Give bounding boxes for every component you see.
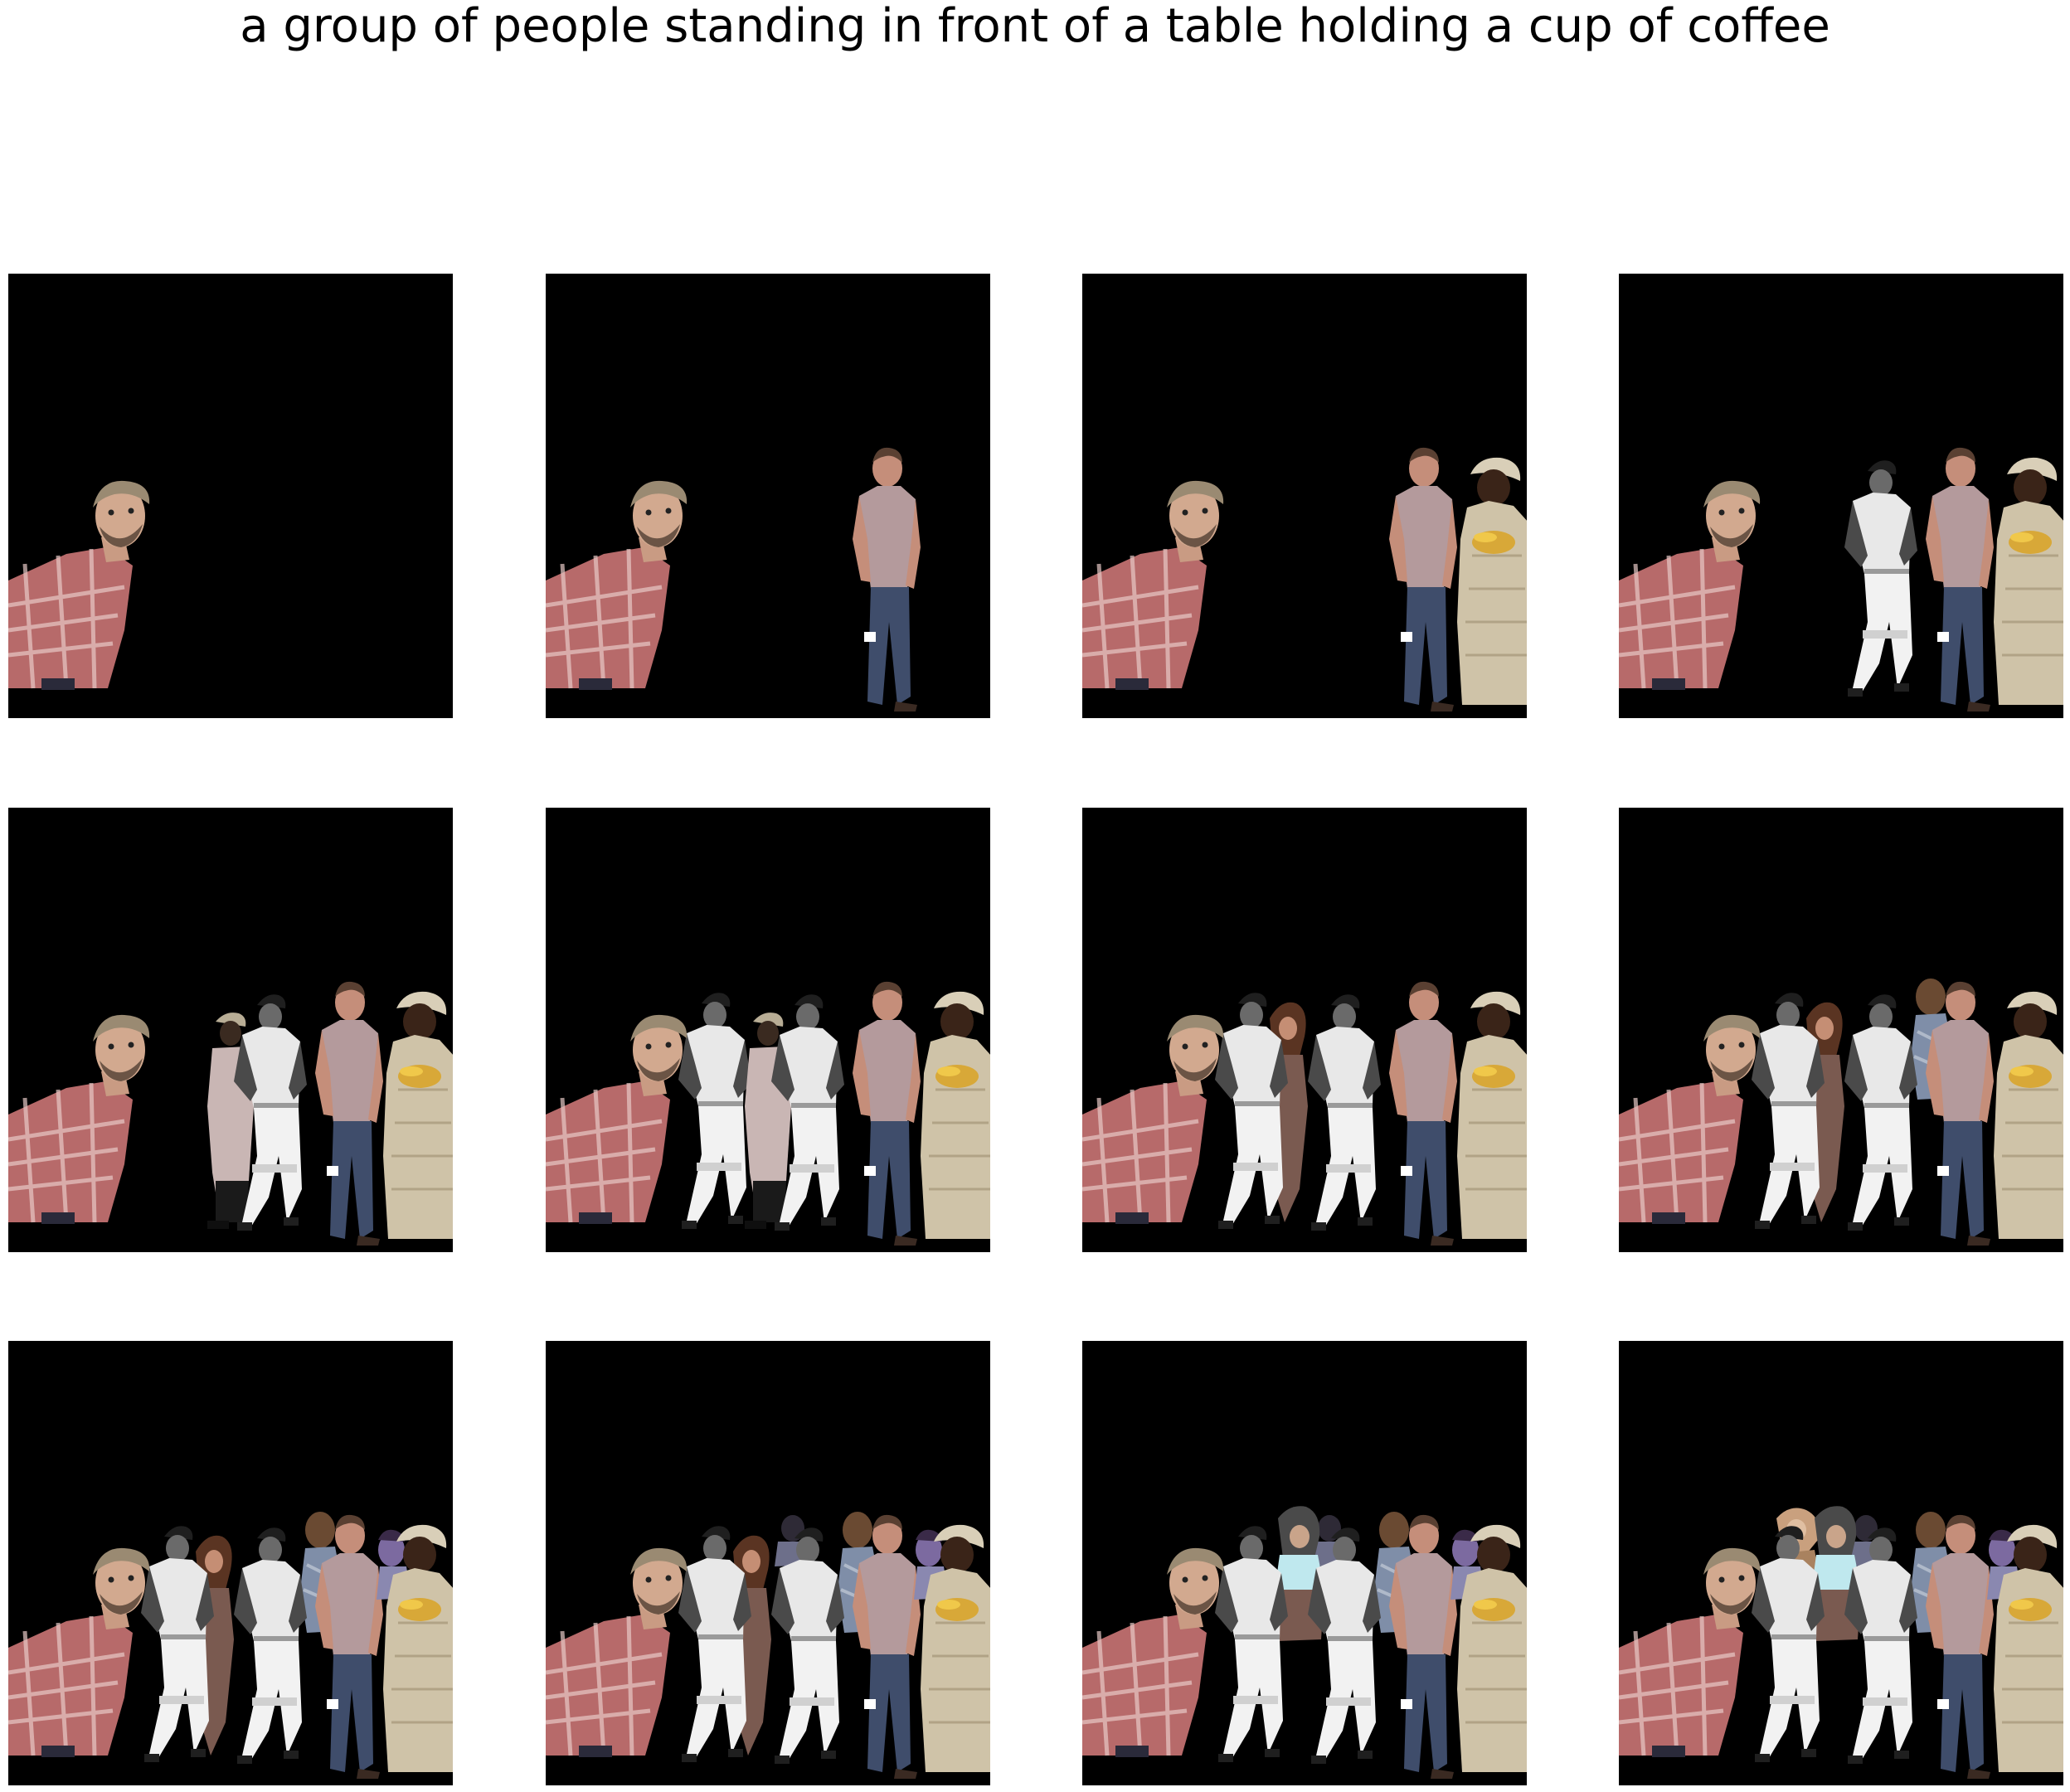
panel-6 [546,808,990,1252]
panel-4 [1619,274,2063,718]
panel-3-image [1082,274,1527,718]
panel-10 [546,1341,990,1785]
panel-1-image [8,274,453,718]
panel-6-image [546,808,990,1252]
panel-8-image [1619,808,2063,1252]
panel-5-image [8,808,453,1252]
panel-8 [1619,808,2063,1252]
panel-7-image [1082,808,1527,1252]
panel-11 [1082,1341,1527,1785]
panel-12 [1619,1341,2063,1785]
panel-1 [8,274,453,718]
panel-9-image [8,1341,453,1785]
figure-title: a group of people standing in front of a… [240,0,1830,53]
panel-11-image [1082,1341,1527,1785]
panel-9 [8,1341,453,1785]
panel-7 [1082,808,1527,1252]
panel-2 [546,274,990,718]
panel-2-image [546,274,990,718]
panel-5 [8,808,453,1252]
panel-3 [1082,274,1527,718]
panel-12-image [1619,1341,2063,1785]
panel-4-image [1619,274,2063,718]
panel-10-image [546,1341,990,1785]
